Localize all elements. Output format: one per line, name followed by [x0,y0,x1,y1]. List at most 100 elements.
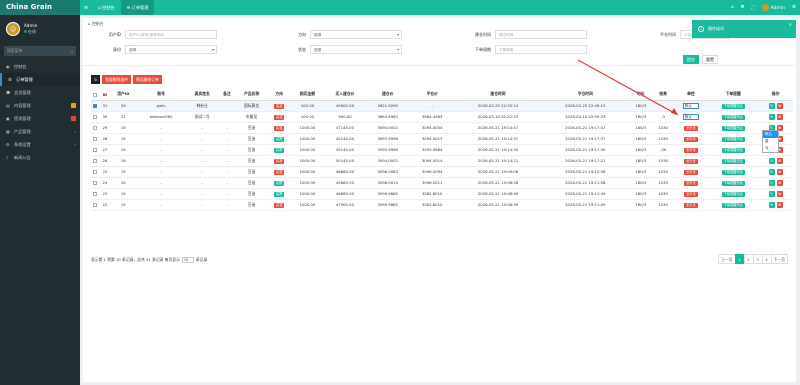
user-id-input[interactable]: 用户ID/账号/推荐号码 [125,30,217,39]
clear-icon[interactable]: ✖ [741,5,745,10]
order-period-input[interactable]: 下单周期 [495,45,587,54]
delete-icon[interactable]: ✖ [776,113,783,120]
status-select[interactable]: 选择 [310,45,402,54]
delete-icon[interactable]: ✖ [776,201,783,208]
reminder-button[interactable]: 下单提醒开启 [721,191,745,197]
column-header[interactable]: 账号 [136,89,186,101]
column-header[interactable]: 建仓时间 [454,89,542,101]
delete-icon[interactable]: ✖ [776,102,783,109]
column-header[interactable]: 真实姓名 [185,89,219,101]
sidebar-item[interactable]: ♪ 新闻公告 [0,151,80,164]
delete-icon[interactable]: ✖ [776,168,783,175]
table-row[interactable]: 22 19- - - 豆油 买涨 1000.00 47900.00 3099.9885 3082.… [91,199,793,211]
sidebar-item[interactable]: ◉ 控制台 [0,60,80,73]
row-checkbox[interactable] [91,100,100,112]
table-row[interactable]: 26 19- - - 豆油 买涨 1000.00 50145.00 3094.0002 3094.… [91,155,793,167]
column-header[interactable]: 平仓价 [409,89,455,101]
user-menu[interactable]: Admin [761,4,785,11]
edit-icon[interactable]: ✎ [768,102,775,109]
delete-icon[interactable]: ✖ [776,179,783,186]
edit-icon[interactable]: ✎ [768,113,775,120]
direction-badge: 买涨 [274,103,285,109]
row-checkbox[interactable] [91,188,100,200]
sidebar-item[interactable]: ▦ 产品管理 ‹ [0,125,80,138]
column-header[interactable]: 买入建仓价 [324,89,366,101]
next-page-button[interactable]: 下一页 [770,254,788,264]
column-header[interactable]: ID [99,89,111,101]
table-row[interactable]: 23 19- - - 豆油 买跌 1000.00 46860.00 3099.9885 3082.… [91,188,793,200]
sidebar-item[interactable]: ⚙ 系统设置 ‹ [0,138,80,151]
tab-orders[interactable]: ☰ 订单管理 [120,0,155,15]
menu-toggle-icon[interactable]: ≡ [80,0,92,15]
page-size-select[interactable]: 10 [181,257,194,263]
direction-select[interactable]: 选择 [310,30,402,39]
status-label: 在线 [28,29,36,34]
reminder-button[interactable]: 下单提醒开启 [721,158,745,164]
reset-button[interactable]: 重置 [702,55,718,64]
row-checkbox[interactable] [91,133,100,145]
column-header[interactable]: 产品名称 [235,89,268,101]
reminder-button[interactable]: 下单提醒开启 [721,180,745,186]
tab-dashboard[interactable]: ⌂ 控制台 [92,0,121,15]
row-checkbox[interactable] [91,111,100,123]
row-checkbox[interactable] [91,122,100,134]
column-header[interactable]: 操作 [758,89,793,101]
column-header[interactable]: 方向 [267,89,291,101]
control-badge: 全平仓 [684,202,698,208]
reminder-button[interactable]: 下单提醒开启 [721,114,745,120]
reminder-button[interactable]: 下单提醒开启 [721,125,745,131]
reminder-button[interactable]: 下单提醒开启 [721,202,745,208]
column-header[interactable]: 下单提醒 [708,89,759,101]
row-checkbox[interactable] [91,166,100,178]
row-checkbox[interactable] [91,155,100,167]
sidebar-item[interactable]: ☻ 会员管理 [0,86,80,99]
reminder-button[interactable]: 下单提醒开启 [721,147,745,153]
column-header[interactable]: 备注 [218,89,236,101]
sidebar-item[interactable]: ▣ 提现管理 [0,112,80,125]
close-icon[interactable]: × [789,22,792,27]
preset-delete-button[interactable]: 预设删除订单 [132,75,162,84]
prev-page-button[interactable]: 上一页 [718,254,736,264]
refresh-icon[interactable]: ↻ [91,75,101,84]
edit-icon[interactable]: ✎ [768,157,775,164]
table-cell: - [409,100,455,112]
row-checkbox[interactable] [91,177,100,189]
bulk-delete-button[interactable]: 批量删除选中 [102,75,131,84]
direction-cell: 买涨 [267,100,291,112]
table-cell: - [218,188,236,200]
delete-icon[interactable]: ✖ [776,157,783,164]
open-time-input[interactable]: 建仓时间 [495,30,587,39]
pagination-suffix: 条记录 [195,257,208,262]
fullscreen-icon[interactable]: ⛶ [751,5,754,11]
table-row[interactable]: 27 19- - - 豆油 买跌 1000.00 45145.00 3093.9996 3093.… [91,144,793,156]
app-logo[interactable]: China Grain [0,0,80,15]
dropdown-option[interactable]: 赢 [763,138,778,145]
dropdown-option[interactable]: 默认 [763,131,778,138]
reminder-button[interactable]: 下单提醒开启 [721,169,745,175]
edit-icon[interactable]: ✎ [768,179,775,186]
column-header[interactable]: 用户ID [110,89,137,101]
row-checkbox[interactable] [91,144,100,156]
identity-select[interactable]: 选择 [125,45,217,54]
edit-icon[interactable]: ✎ [768,190,775,197]
sidebar-search[interactable]: 搜索菜单 ⌕ [4,46,76,56]
reminder-button[interactable]: 下单提醒开启 [721,103,745,109]
settings-icon[interactable]: ⚙ [792,5,796,10]
delete-icon[interactable]: ✖ [776,190,783,197]
table-row[interactable]: 25 19- - - 豆油 买涨 1000.00 46860.00 3096.0083 3096.… [91,166,793,178]
sidebar-search-input[interactable]: 搜索菜单 [7,48,22,54]
sidebar-item[interactable]: ▤ 内容管理 [0,99,80,112]
column-header[interactable]: 购买金额 [290,89,325,101]
sidebar-item[interactable]: ☰ 订单管理 [0,73,80,86]
column-header[interactable]: 建仓价 [365,89,410,101]
dropdown-option[interactable]: 亏 [763,145,778,152]
select-all-checkbox[interactable] [91,89,100,101]
table-row[interactable]: 24 19- - - 豆油 买跌 1000.00 45860.00 3096.0014 3096.… [91,177,793,189]
edit-icon[interactable]: ✎ [768,201,775,208]
reminder-button[interactable]: 下单提醒开启 [721,136,745,142]
table-row[interactable]: 28 19- - - 豆油 买跌 1000.00 45145.00 3093.9996 3094.… [91,133,793,145]
row-checkbox[interactable] [91,199,100,211]
search-icon[interactable]: ⌕ [71,49,73,54]
edit-icon[interactable]: ✎ [768,168,775,175]
home-icon[interactable]: ⌂ [731,5,734,10]
